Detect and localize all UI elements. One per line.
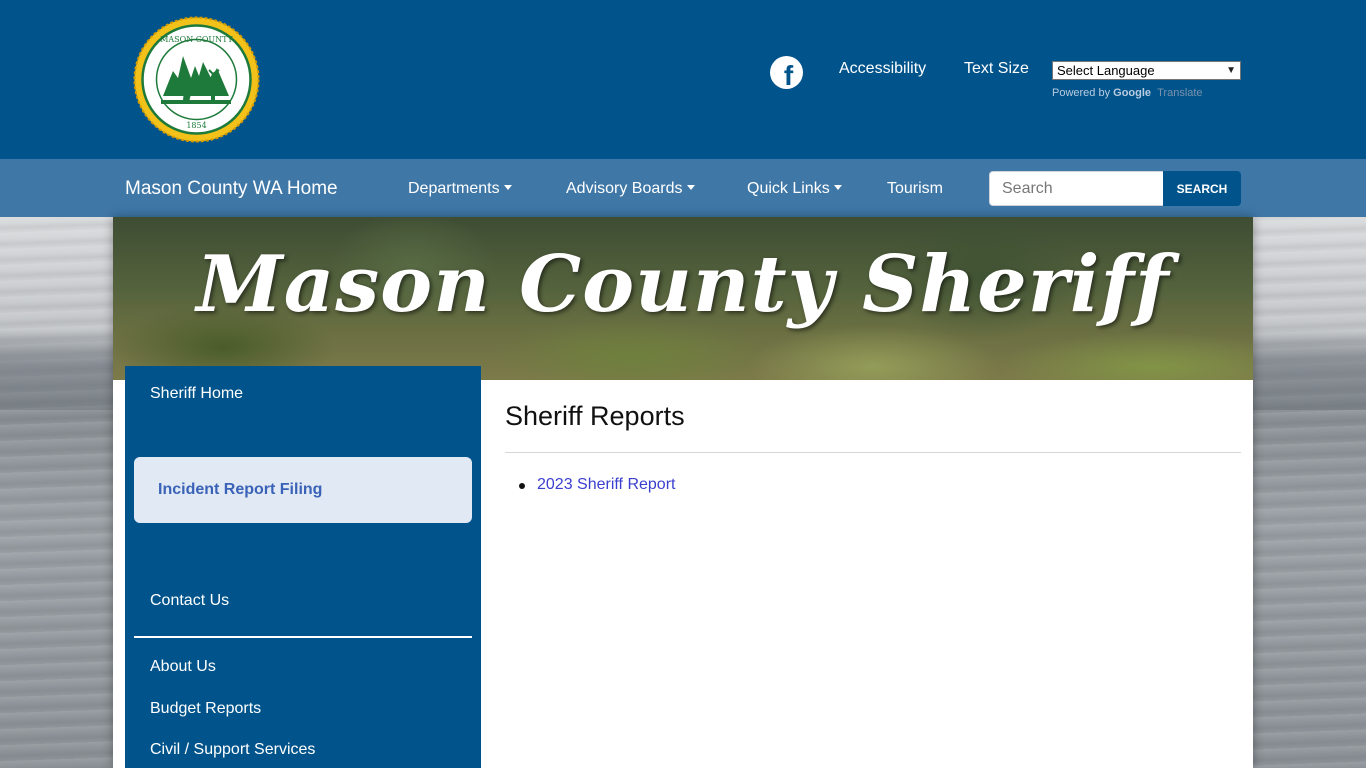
nav-departments-label: Departments bbox=[408, 180, 500, 197]
caret-down-icon bbox=[503, 185, 512, 190]
translate-text[interactable]: Translate bbox=[1157, 87, 1202, 99]
seal-text: MASON COUNTY bbox=[160, 35, 233, 44]
language-select[interactable]: Select Language ▼ bbox=[1052, 61, 1241, 80]
google-logo-text[interactable]: Google bbox=[1113, 87, 1151, 99]
title-divider bbox=[505, 452, 1241, 453]
nav-quick-links[interactable]: Quick Links bbox=[747, 180, 842, 198]
sidebar-item-contact-us[interactable]: Contact Us bbox=[150, 592, 229, 610]
sidebar-item-about-us[interactable]: About Us bbox=[150, 658, 216, 676]
sidebar-item-incident-report-filing[interactable]: Incident Report Filing bbox=[134, 457, 472, 523]
banner-title: Mason County Sheriff bbox=[196, 239, 1170, 330]
caret-down-icon bbox=[833, 185, 842, 190]
sidebar-divider bbox=[134, 636, 472, 638]
sidebar-item-civil-support-services[interactable]: Civil / Support Services bbox=[150, 741, 315, 759]
seal-year: 1854 bbox=[186, 121, 206, 130]
nav-advisory-boards[interactable]: Advisory Boards bbox=[566, 180, 695, 198]
google-translate-attribution: Powered by Google Translate bbox=[1052, 87, 1203, 99]
facebook-icon[interactable]: f bbox=[770, 56, 803, 89]
county-seal-logo[interactable]: MASON COUNTY 1854 bbox=[133, 16, 260, 143]
nav-advisory-boards-label: Advisory Boards bbox=[566, 180, 683, 197]
caret-down-icon bbox=[686, 185, 695, 190]
sidebar-item-sheriff-home[interactable]: Sheriff Home bbox=[150, 385, 243, 403]
accessibility-link[interactable]: Accessibility bbox=[839, 60, 926, 78]
text-size-link[interactable]: Text Size bbox=[964, 60, 1029, 78]
search-input[interactable]: Search bbox=[989, 171, 1164, 206]
powered-by-text: Powered by bbox=[1052, 87, 1111, 99]
search-button[interactable]: SEARCH bbox=[1163, 171, 1241, 206]
sheriff-banner: Mason County Sheriff bbox=[113, 217, 1253, 380]
list-bullet bbox=[519, 483, 525, 489]
home-brand-link[interactable]: Mason County WA Home bbox=[125, 178, 338, 200]
nav-quick-links-label: Quick Links bbox=[747, 180, 830, 197]
chevron-down-icon: ▼ bbox=[1226, 65, 1236, 76]
nav-tourism[interactable]: Tourism bbox=[887, 180, 943, 198]
language-select-value: Select Language bbox=[1057, 63, 1155, 78]
page-title: Sheriff Reports bbox=[505, 401, 685, 431]
nav-departments[interactable]: Departments bbox=[408, 180, 512, 198]
sidebar-item-budget-reports[interactable]: Budget Reports bbox=[150, 700, 261, 718]
report-link-2023[interactable]: 2023 Sheriff Report bbox=[537, 476, 675, 494]
